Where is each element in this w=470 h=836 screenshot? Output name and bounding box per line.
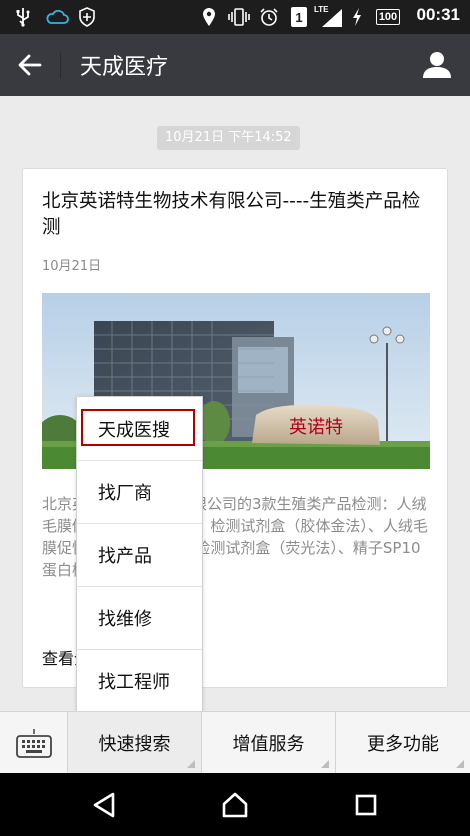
nav-recents-button[interactable] (350, 789, 382, 821)
article-title: 北京英诺特生物技术有限公司----生殖类产品检测 (42, 191, 421, 238)
sim-icon: 1 (289, 6, 309, 28)
menu-item-find-manufacturer[interactable]: 找厂商 (77, 460, 202, 523)
submenu-indicator-icon (456, 760, 464, 768)
status-bar: 1 LTE 100 00:31 (0, 0, 470, 34)
person-icon (423, 52, 451, 78)
alarm-icon (258, 6, 280, 28)
menu-item-tiancheng-search[interactable]: 天成医搜 (77, 397, 202, 460)
back-button[interactable] (10, 47, 50, 83)
nav-home-button[interactable] (219, 789, 251, 821)
submenu-indicator-icon (187, 760, 195, 768)
system-nav-bar (0, 773, 470, 836)
menu-label: 更多功能 (367, 734, 439, 755)
menu-item-label: 找工程师 (98, 672, 170, 693)
vibrate-icon (226, 6, 252, 28)
menu-label: 增值服务 (232, 734, 305, 755)
sim-number: 1 (291, 7, 307, 27)
menu-item-find-repair[interactable]: 找维修 (77, 586, 202, 649)
menu-item-label: 找维修 (98, 609, 152, 630)
back-triangle-icon (93, 792, 115, 818)
shield-icon (76, 6, 98, 28)
signal-icon: LTE (314, 6, 344, 28)
menu-quick-search[interactable]: 快速搜索 (68, 712, 201, 774)
location-icon (200, 6, 218, 28)
menu-item-find-engineer[interactable]: 找工程师 (77, 649, 202, 712)
keyboard-toggle-button[interactable] (0, 712, 67, 774)
sign-text: 英诺特 (289, 417, 343, 438)
bottom-menu-bar: 快速搜索 增值服务 更多功能 (0, 711, 470, 774)
highlight-box (81, 409, 195, 446)
arrow-left-icon (18, 54, 42, 76)
menu-label: 快速搜索 (98, 734, 171, 755)
article-date: 10月21日 (42, 259, 102, 274)
nav-back-button[interactable] (88, 789, 120, 821)
battery-level: 100 (375, 9, 401, 25)
submenu-indicator-icon (321, 760, 329, 768)
status-time: 00:31 (416, 5, 460, 24)
menu-item-find-product[interactable]: 找产品 (77, 523, 202, 586)
title-bar: 天成医疗 (0, 34, 470, 96)
profile-button[interactable] (420, 48, 454, 82)
battery-icon: 100 (368, 6, 408, 28)
menu-value-added-services[interactable]: 增值服务 (202, 712, 335, 774)
menu-item-label: 找产品 (98, 546, 152, 567)
menu-item-label: 找厂商 (98, 483, 152, 504)
recents-icon (355, 794, 377, 816)
message-timestamp: 10月21日 下午14:52 (157, 126, 300, 150)
quick-search-submenu: 天成医搜 找厂商 找产品 找维修 找工程师 (76, 396, 203, 712)
charging-icon (350, 6, 364, 28)
usb-icon (12, 6, 34, 28)
cloud-icon (44, 6, 70, 28)
home-icon (222, 792, 248, 818)
title-divider (60, 52, 61, 78)
keyboard-icon (15, 729, 52, 758)
network-type: LTE (314, 5, 329, 14)
page-title: 天成医疗 (80, 55, 169, 80)
menu-more-functions[interactable]: 更多功能 (336, 712, 470, 774)
